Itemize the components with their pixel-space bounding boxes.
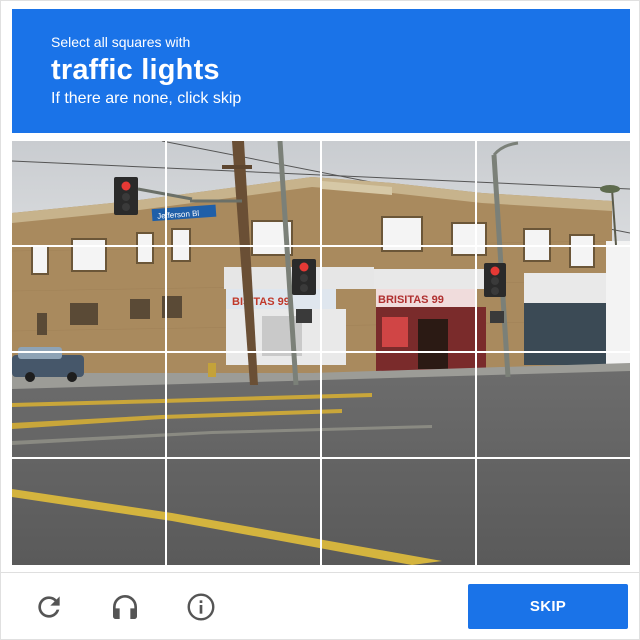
captcha-widget: Select all squares with traffic lights I… <box>0 0 640 640</box>
grid-tile-r3c1[interactable] <box>12 353 165 457</box>
reload-button[interactable] <box>31 589 67 625</box>
grid-tile-r4c4[interactable] <box>477 459 630 565</box>
audio-challenge-button[interactable] <box>107 589 143 625</box>
grid-tile-r4c3[interactable] <box>322 459 475 565</box>
grid-tile-r3c3[interactable] <box>322 353 475 457</box>
grid-tile-r2c1[interactable] <box>12 247 165 351</box>
reload-icon <box>38 596 60 618</box>
footer-divider <box>1 572 640 573</box>
hint-text: If there are none, click skip <box>51 90 242 107</box>
grid-tile-r1c4[interactable] <box>477 141 630 245</box>
instruction-text: Select all squares with <box>51 34 191 50</box>
grid-tile-r2c2[interactable] <box>167 247 320 351</box>
target-object-text: traffic lights <box>51 54 220 86</box>
info-icon <box>187 593 215 621</box>
grid-divider <box>320 141 322 565</box>
grid-tile-r2c4[interactable] <box>477 247 630 351</box>
grid-tile-r1c2[interactable] <box>167 141 320 245</box>
grid-divider <box>475 141 477 565</box>
grid-tile-r1c1[interactable] <box>12 141 165 245</box>
grid-tile-r2c3[interactable] <box>322 247 475 351</box>
grid-divider <box>12 457 630 459</box>
grid-divider <box>165 141 167 565</box>
instruction-header: Select all squares with traffic lights I… <box>12 9 630 133</box>
challenge-image-grid: BISITAS 99 BRISITAS 99 Jefferson Bl <box>12 141 630 565</box>
grid-divider <box>12 245 630 247</box>
grid-divider <box>12 351 630 353</box>
skip-button[interactable]: SKIP <box>468 584 628 629</box>
headphones-icon <box>113 595 137 619</box>
grid-tile-r3c4[interactable] <box>477 353 630 457</box>
grid-tile-r4c1[interactable] <box>12 459 165 565</box>
grid-tile-r4c2[interactable] <box>167 459 320 565</box>
grid-tile-r3c2[interactable] <box>167 353 320 457</box>
grid-tile-r1c3[interactable] <box>322 141 475 245</box>
info-button[interactable] <box>183 589 219 625</box>
